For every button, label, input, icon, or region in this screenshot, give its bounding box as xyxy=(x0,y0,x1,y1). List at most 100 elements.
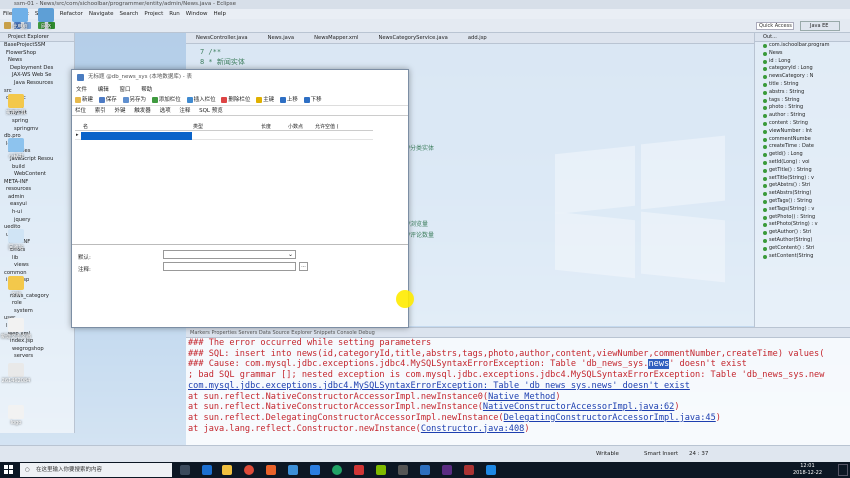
menu-item[interactable]: Run xyxy=(166,9,183,19)
insert-column-button[interactable]: 插入栏位 xyxy=(186,95,216,106)
outline-item[interactable]: getContent() : Stri xyxy=(755,245,850,253)
tree-item[interactable]: views xyxy=(0,262,74,270)
tab-fields[interactable]: 栏位 xyxy=(75,106,86,116)
chrome-icon[interactable] xyxy=(244,465,254,475)
save-as-button[interactable]: 另存为 xyxy=(122,95,146,106)
col-decimals[interactable]: 小数点 xyxy=(288,123,303,131)
menu-window[interactable]: 窗口 xyxy=(120,85,131,95)
outline-item[interactable]: setContent(String xyxy=(755,253,850,261)
outline-item[interactable]: author : String xyxy=(755,112,850,120)
tree-item[interactable]: h-ui xyxy=(0,209,74,217)
tab-indexes[interactable]: 索引 xyxy=(95,106,106,116)
outline-item[interactable]: getId() : Long xyxy=(755,151,850,159)
tree-item[interactable]: wegrogshop xyxy=(0,346,74,354)
outline-item[interactable]: com.ischoolbar.program xyxy=(755,42,850,50)
tree-item[interactable]: FlowerShop xyxy=(0,50,74,58)
eclipse-taskbar-icon[interactable] xyxy=(376,465,386,475)
outline-item[interactable]: newsCategory : N xyxy=(755,73,850,81)
tree-item[interactable]: jquery xyxy=(0,217,74,225)
stack-link[interactable]: DelegatingConstructorAccessorImpl.java:4… xyxy=(504,413,716,423)
editor-tab[interactable]: NewsCategoryService.java xyxy=(368,33,457,44)
tree-item[interactable]: JAX-WS Web Se xyxy=(0,72,74,80)
app-icon[interactable] xyxy=(354,465,364,475)
tree-item[interactable]: spring xyxy=(0,118,74,126)
desktop-icon-assistant[interactable]: 小秘书 xyxy=(0,138,34,160)
tab-sql-preview[interactable]: SQL 预览 xyxy=(199,106,223,116)
tree-item[interactable]: BaseProjectSSM xyxy=(0,42,74,50)
tree-item[interactable]: servers xyxy=(0,353,74,361)
outline-item[interactable]: setAbstrs(String) xyxy=(755,190,850,198)
editor-tab[interactable]: NewsController.java xyxy=(186,33,258,44)
outline-item[interactable]: commentNumbe xyxy=(755,136,850,144)
app-icon[interactable] xyxy=(288,465,298,475)
tab-triggers[interactable]: 触发器 xyxy=(134,106,151,116)
comment-editor-button[interactable]: ... xyxy=(299,262,308,271)
eclipse-icon[interactable] xyxy=(442,465,452,475)
primary-key-button[interactable]: 主键 xyxy=(256,95,274,106)
tree-item[interactable]: META-INF xyxy=(0,179,74,187)
outline-item[interactable]: getPhoto() : String xyxy=(755,214,850,222)
default-select[interactable]: ⌄ xyxy=(163,250,296,259)
outline-item[interactable]: setTags(String) : v xyxy=(755,206,850,214)
outline-item[interactable]: viewNumber : Int xyxy=(755,128,850,136)
move-up-button[interactable]: 上移 xyxy=(279,95,298,106)
outline-item[interactable]: categoryId : Long xyxy=(755,65,850,73)
stack-link[interactable]: NativeConstructorAccessorImpl.java:62 xyxy=(483,402,674,412)
outline-item[interactable]: setAuthor(String) xyxy=(755,237,850,245)
desktop-icon-new-text[interactable]: 新建文本文档 xyxy=(0,318,34,340)
col-name[interactable]: 名 xyxy=(83,123,88,131)
app-icon[interactable] xyxy=(420,465,430,475)
tab-comment[interactable]: 注释 xyxy=(179,106,190,116)
tab-foreign-keys[interactable]: 外键 xyxy=(115,106,126,116)
taskbar-search-input[interactable]: ○ 在这里输入你要搜索的内容 xyxy=(20,463,172,477)
editor-tab[interactable]: NewsMapper.xml xyxy=(304,33,368,44)
wechat-icon[interactable] xyxy=(332,465,342,475)
tab-options[interactable]: 选项 xyxy=(160,106,171,116)
app-icon[interactable] xyxy=(398,465,408,475)
tree-item[interactable]: resources xyxy=(0,186,74,194)
outline-item[interactable]: title : String xyxy=(755,81,850,89)
tree-item[interactable]: build xyxy=(0,164,74,172)
menu-item[interactable]: Navigate xyxy=(86,9,117,19)
comment-field[interactable] xyxy=(163,262,296,271)
outline-item[interactable]: setPhoto(String) : v xyxy=(755,221,850,229)
tree-item[interactable]: WebContent xyxy=(0,171,74,179)
outline-item[interactable]: getTitle() : String xyxy=(755,167,850,175)
task-view-icon[interactable] xyxy=(180,465,190,475)
new-button[interactable]: 新建 xyxy=(75,95,93,106)
app-icon[interactable] xyxy=(486,465,496,475)
outline-item[interactable]: photo : String xyxy=(755,104,850,112)
add-column-button[interactable]: 添加栏位 xyxy=(151,95,181,106)
stack-link[interactable]: Native Method xyxy=(488,392,555,402)
tree-item[interactable]: easyui xyxy=(0,201,74,209)
project-tree[interactable]: BaseProjectSSM FlowerShop News Deployment D… xyxy=(0,42,74,361)
desktop-icon-tools[interactable]: 实用工具 xyxy=(0,94,34,116)
tree-item[interactable]: Deployment Des xyxy=(0,65,74,73)
perspective-java-ee[interactable]: Java EE xyxy=(800,21,840,31)
tree-item[interactable]: system xyxy=(0,308,74,316)
desktop-icon-recycle-bin[interactable]: 回收站 xyxy=(0,229,34,251)
outline-item[interactable]: getTags() : String xyxy=(755,198,850,206)
name-cell-editing[interactable] xyxy=(81,132,192,140)
col-length[interactable]: 长度 xyxy=(261,123,271,131)
outline-item[interactable]: tags : String xyxy=(755,97,850,105)
outline-item[interactable]: setTitle(String) : v xyxy=(755,175,850,183)
menu-item[interactable]: Project xyxy=(141,9,166,19)
quick-access-field[interactable]: Quick Access xyxy=(756,22,794,30)
notification-icon[interactable] xyxy=(838,464,848,476)
desktop-icon-logo[interactable]: logo xyxy=(0,405,34,426)
app-icon[interactable] xyxy=(266,465,276,475)
outline-item[interactable]: content : String xyxy=(755,120,850,128)
save-button[interactable]: 保存 xyxy=(98,95,117,106)
outline-item[interactable]: setId(Long) : voi xyxy=(755,159,850,167)
explorer-icon[interactable] xyxy=(222,465,232,475)
desktop-icon-network[interactable]: 网络 xyxy=(28,8,64,30)
edge-icon[interactable] xyxy=(202,465,212,475)
app-icon[interactable] xyxy=(310,465,320,475)
col-type[interactable]: 类型 xyxy=(193,123,203,131)
delete-column-button[interactable]: 删除栏位 xyxy=(221,95,250,106)
tree-item[interactable]: role xyxy=(0,300,74,308)
menu-file[interactable]: 文件 xyxy=(76,85,87,95)
desktop-icon-documents[interactable]: 文档 xyxy=(0,276,34,298)
outline-item[interactable]: getAuthor() : Stri xyxy=(755,229,850,237)
